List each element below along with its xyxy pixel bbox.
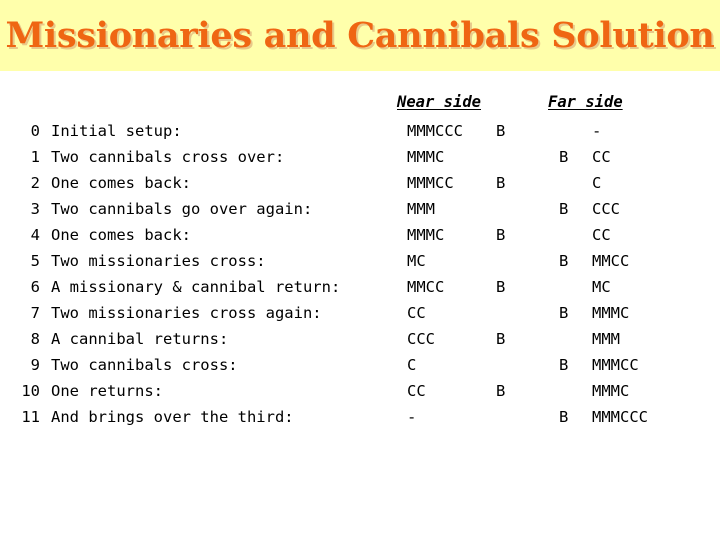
near-side-occupants: MMMCCC [407, 122, 463, 140]
step-description: Initial setup: [51, 122, 182, 140]
boat-marker-far: B [559, 408, 569, 426]
near-side-occupants: C [407, 356, 417, 374]
near-side-occupants: - [407, 408, 417, 426]
boat-marker-near: B [496, 330, 506, 348]
step-description: And brings over the third: [51, 408, 294, 426]
step-number: 6 [30, 278, 40, 296]
far-side-occupants: MMMC [592, 382, 630, 400]
step-description: A cannibal returns: [51, 330, 229, 348]
step-number: 11 [21, 408, 40, 426]
table-row: 10 One returns: CC B MMMC [0, 378, 720, 404]
column-header-far-side: Far side [548, 93, 623, 111]
page-title: Missionaries and Cannibals Solution [5, 15, 715, 56]
near-side-occupants: MMMCC [407, 174, 454, 192]
step-number: 4 [30, 226, 40, 244]
step-number: 0 [30, 122, 40, 140]
table-row: 2 One comes back: MMMCC B C [0, 170, 720, 196]
far-side-occupants: MMMCC [592, 356, 639, 374]
step-description: One returns: [51, 382, 163, 400]
solution-step-list: 0 Initial setup: MMMCCC B -1 Two cannibals cr… [0, 118, 720, 430]
table-row: 5 Two missionaries cross: MC B MMCC [0, 248, 720, 274]
far-side-occupants: CC [592, 226, 611, 244]
step-number: 3 [30, 200, 40, 218]
far-side-occupants: C [592, 174, 602, 192]
step-description: One comes back: [51, 174, 191, 192]
boat-marker-near: B [496, 226, 506, 244]
near-side-occupants: CCC [407, 330, 435, 348]
far-side-occupants: MMMCCC [592, 408, 648, 426]
boat-marker-far: B [559, 200, 569, 218]
title-banner: Missionaries and Cannibals Solution [0, 0, 720, 71]
step-description: Two cannibals cross: [51, 356, 238, 374]
table-row: 0 Initial setup: MMMCCC B - [0, 118, 720, 144]
step-number: 5 [30, 252, 40, 270]
boat-marker-near: B [496, 278, 506, 296]
near-side-occupants: CC [407, 304, 426, 322]
table-row: 8 A cannibal returns: CCC B MMM [0, 326, 720, 352]
far-side-occupants: CC [592, 148, 611, 166]
column-header-near-side: Near side [397, 93, 481, 111]
near-side-occupants: MC [407, 252, 426, 270]
table-row: 3 Two cannibals go over again: MMM B CCC [0, 196, 720, 222]
far-side-occupants: MMMC [592, 304, 630, 322]
step-number: 10 [21, 382, 40, 400]
table-row: 4 One comes back: MMMC B CC [0, 222, 720, 248]
table-row: 9 Two cannibals cross: C B MMMCC [0, 352, 720, 378]
table-row: 6 A missionary & cannibal return: MMCC B MC [0, 274, 720, 300]
far-side-occupants: MMCC [592, 252, 630, 270]
boat-marker-far: B [559, 252, 569, 270]
step-description: Two missionaries cross again: [51, 304, 322, 322]
near-side-occupants: MMM [407, 200, 435, 218]
column-header-row: Near side Far side [0, 93, 720, 115]
step-description: A missionary & cannibal return: [51, 278, 341, 296]
far-side-occupants: - [592, 122, 602, 140]
step-number: 9 [30, 356, 40, 374]
near-side-occupants: MMMC [407, 226, 445, 244]
step-description: Two cannibals go over again: [51, 200, 313, 218]
boat-marker-far: B [559, 356, 569, 374]
boat-marker-near: B [496, 122, 506, 140]
boat-marker-far: B [559, 304, 569, 322]
table-row: 11 And brings over the third: - B MMMCCC [0, 404, 720, 430]
far-side-occupants: CCC [592, 200, 620, 218]
boat-marker-near: B [496, 382, 506, 400]
boat-marker-far: B [559, 148, 569, 166]
near-side-occupants: MMCC [407, 278, 445, 296]
step-description: One comes back: [51, 226, 191, 244]
step-number: 7 [30, 304, 40, 322]
near-side-occupants: CC [407, 382, 426, 400]
boat-marker-near: B [496, 174, 506, 192]
far-side-occupants: MC [592, 278, 611, 296]
step-number: 1 [30, 148, 40, 166]
far-side-occupants: MMM [592, 330, 620, 348]
table-row: 7 Two missionaries cross again: CC B MMMC [0, 300, 720, 326]
step-number: 8 [30, 330, 40, 348]
near-side-occupants: MMMC [407, 148, 445, 166]
step-description: Two cannibals cross over: [51, 148, 285, 166]
step-number: 2 [30, 174, 40, 192]
solution-table: Near side Far side 0 Initial setup: MMMCCC… [0, 71, 720, 540]
step-description: Two missionaries cross: [51, 252, 266, 270]
table-row: 1 Two cannibals cross over: MMMC B CC [0, 144, 720, 170]
